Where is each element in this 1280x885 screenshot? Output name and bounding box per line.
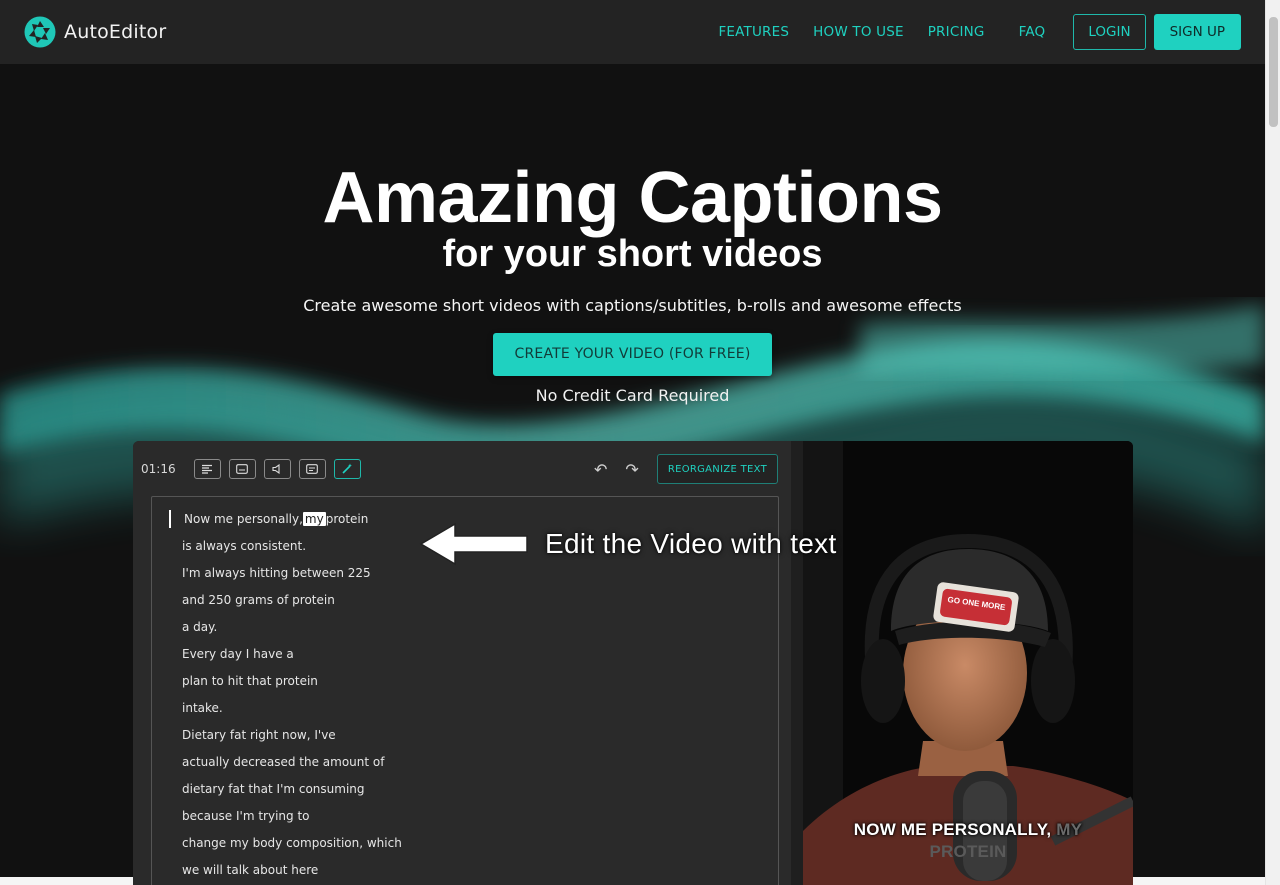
editor-toolbar: 01:16 ↶ ↷ REORGANIZE TEXT	[133, 453, 778, 485]
highlighted-word[interactable]: my	[302, 512, 326, 526]
create-video-button[interactable]: CREATE YOUR VIDEO (FOR FREE)	[492, 333, 773, 376]
video-caption-line-1: NOW ME PERSONALLY, MY	[853, 820, 1083, 839]
annotation-text: Edit the Video with text	[545, 528, 837, 559]
timestamp: 01:16	[141, 462, 176, 476]
annotation-callout: Edit the Video with text	[419, 521, 837, 567]
login-button[interactable]: LOGIN	[1073, 14, 1146, 50]
editor-demo-preview: 01:16 ↶ ↷ REORGANIZE TEXT Now me persona…	[133, 441, 1133, 885]
video-preview: GO ONE MORE NOW ME PERSONALLY, MY PROTEI…	[803, 441, 1133, 885]
signup-button[interactable]: SIGN UP	[1153, 14, 1241, 50]
transcript-lines: Now me personally, my protein is always co…	[182, 507, 402, 885]
undo-icon[interactable]: ↶	[594, 460, 607, 479]
nav-link-how-to-use[interactable]: HOW TO USE	[801, 24, 916, 40]
scrollbar-thumb[interactable]	[1269, 17, 1278, 127]
top-navbar: AutoEditor FEATURES HOW TO USE PRICING F…	[0, 0, 1265, 64]
transcript-line[interactable]: actually decreased the amount of	[182, 750, 402, 777]
transcript-line[interactable]: and 250 grams of protein	[182, 588, 402, 615]
transcript-line[interactable]: change my body composition, which	[182, 831, 402, 858]
transcript-line[interactable]: because I'm trying to	[182, 804, 402, 831]
caption-style-icon[interactable]	[298, 459, 326, 479]
brand[interactable]: AutoEditor	[24, 16, 166, 48]
transcript-line[interactable]: is always consistent.	[182, 534, 402, 561]
page-scrollbar[interactable]	[1265, 0, 1280, 885]
transcript-line[interactable]: plan to hit that protein	[182, 669, 402, 696]
hero-title: Amazing Captions	[322, 158, 943, 238]
nav-link-faq[interactable]: FAQ	[1007, 24, 1058, 40]
nav-links: FEATURES HOW TO USE PRICING FAQ LOGIN SI…	[706, 14, 1241, 50]
transcript-line[interactable]: we will talk about here	[182, 858, 402, 885]
text-cursor	[169, 510, 171, 528]
aperture-logo-icon	[24, 16, 56, 48]
transcript-line[interactable]: I'm always hitting between 225	[182, 561, 402, 588]
transcript-line[interactable]: Every day I have a	[182, 642, 402, 669]
brand-name: AutoEditor	[64, 21, 167, 43]
hero-subtitle: for your short videos	[442, 233, 823, 275]
magic-wand-icon[interactable]	[333, 459, 361, 479]
arrow-left-icon	[419, 522, 528, 566]
nav-link-pricing[interactable]: PRICING	[916, 24, 997, 40]
hero-section: Amazing Captions for your short videos C…	[0, 64, 1265, 405]
transcript-line[interactable]: a day.	[182, 615, 402, 642]
nav-link-features[interactable]: FEATURES	[706, 24, 801, 40]
speaker-video-frame: GO ONE MORE	[803, 441, 1133, 885]
align-text-icon[interactable]	[193, 459, 221, 479]
subtitle-icon[interactable]	[228, 459, 256, 479]
text-editor-panel: 01:16 ↶ ↷ REORGANIZE TEXT Now me persona…	[133, 441, 791, 885]
transcript-line[interactable]: intake.	[182, 696, 402, 723]
transcript-line[interactable]: Dietary fat right now, I've	[182, 723, 402, 750]
transcript-line[interactable]: Now me personally, my protein	[184, 507, 402, 534]
hero-description: Create awesome short videos with caption…	[303, 296, 962, 315]
redo-icon[interactable]: ↷	[625, 460, 638, 479]
video-caption-line-2: PROTEIN	[929, 842, 1007, 861]
no-credit-card-note: No Credit Card Required	[535, 386, 730, 405]
transcript-line[interactable]: dietary fat that I'm consuming	[182, 777, 402, 804]
volume-icon[interactable]	[263, 459, 291, 479]
panel-divider	[791, 441, 803, 885]
reorganize-text-button[interactable]: REORGANIZE TEXT	[656, 454, 778, 484]
